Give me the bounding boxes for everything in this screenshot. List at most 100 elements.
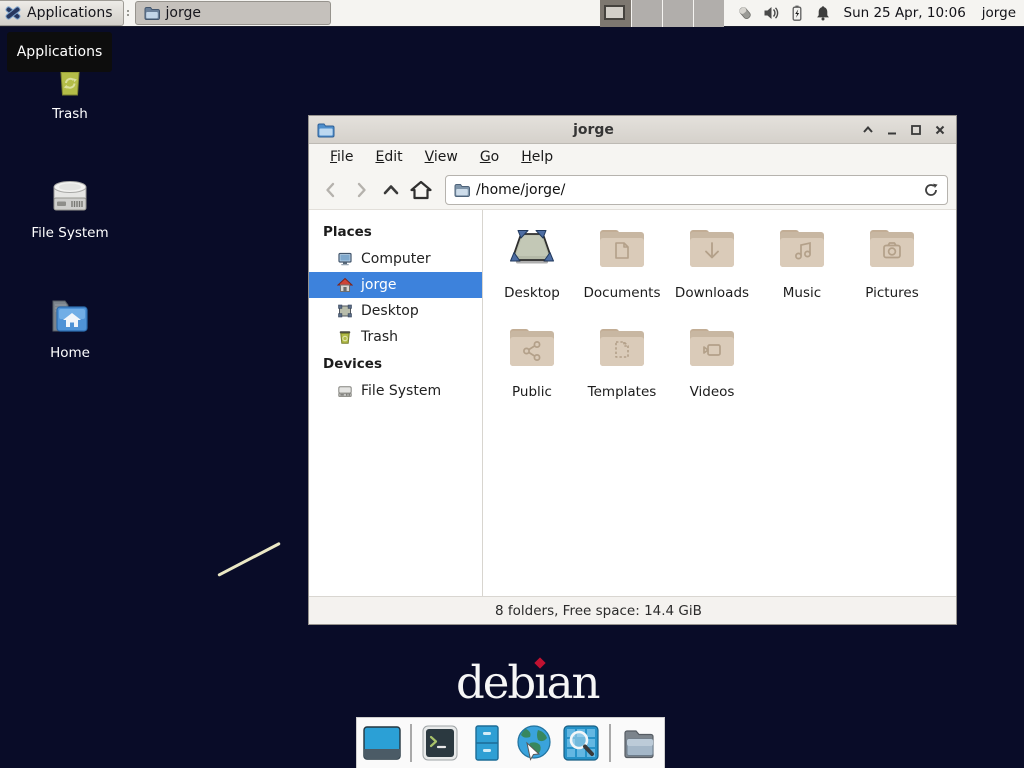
taskbar-window-label: jorge bbox=[166, 5, 201, 21]
file-item-label: Downloads bbox=[675, 285, 749, 301]
home-button[interactable] bbox=[407, 176, 435, 204]
sidebar-item-label: Desktop bbox=[361, 303, 419, 319]
desktop-icon-label: Home bbox=[50, 345, 90, 361]
applications-tooltip-text: Applications bbox=[17, 44, 103, 60]
workspace-4[interactable] bbox=[693, 0, 724, 27]
file-item-desktop[interactable]: Desktop bbox=[487, 224, 577, 301]
back-button[interactable] bbox=[317, 176, 345, 204]
panel-clock[interactable]: Sun 25 Apr, 10:06 bbox=[844, 5, 966, 21]
sidebar-item-jorge[interactable]: jorge bbox=[309, 272, 482, 298]
forward-button[interactable] bbox=[347, 176, 375, 204]
menu-go[interactable]: Go bbox=[471, 146, 508, 168]
window-main: Places Computer bbox=[309, 210, 956, 596]
filesystem-drive-icon bbox=[46, 171, 94, 219]
debian-logo-i-dot: ı bbox=[534, 656, 546, 709]
trash-icon bbox=[337, 329, 353, 345]
sidebar-item-desktop[interactable]: Desktop bbox=[309, 298, 482, 324]
home-folder-icon bbox=[46, 291, 94, 339]
file-item-label: Pictures bbox=[865, 285, 918, 301]
dock bbox=[356, 717, 665, 768]
window-folder-icon bbox=[317, 122, 335, 138]
xfce-logo-icon bbox=[4, 4, 22, 22]
sidebar-item-label: Computer bbox=[361, 251, 431, 267]
file-item-templates[interactable]: Templates bbox=[577, 323, 667, 400]
file-item-label: Videos bbox=[690, 384, 735, 400]
path-bar[interactable]: /home/jorge/ bbox=[445, 175, 948, 205]
file-item-downloads[interactable]: Downloads bbox=[667, 224, 757, 301]
web-browser-icon[interactable] bbox=[513, 722, 555, 764]
sidebar-item-label: Trash bbox=[361, 329, 398, 345]
system-tray bbox=[736, 0, 832, 26]
window-titlebar[interactable]: jorge bbox=[309, 116, 956, 144]
dock-separator bbox=[410, 724, 412, 762]
folder-pictures-icon bbox=[867, 224, 917, 272]
folder-icon bbox=[144, 6, 160, 20]
folder-documents-icon bbox=[597, 224, 647, 272]
file-item-public[interactable]: Public bbox=[487, 323, 577, 400]
screen: { "top_panel": { "applications_button": … bbox=[0, 0, 1024, 768]
menu-edit[interactable]: Edit bbox=[366, 146, 411, 168]
applications-menu-button[interactable]: Applications bbox=[0, 0, 124, 26]
window-title: jorge bbox=[335, 122, 852, 138]
panel-handle[interactable] bbox=[124, 0, 133, 26]
battery-charging-icon[interactable] bbox=[788, 4, 806, 22]
show-desktop-icon[interactable] bbox=[361, 722, 403, 764]
home-icon bbox=[337, 277, 353, 293]
file-item-documents[interactable]: Documents bbox=[577, 224, 667, 301]
up-button[interactable] bbox=[377, 176, 405, 204]
applications-menu-label: Applications bbox=[27, 5, 113, 21]
sidebar-item-file-system[interactable]: File System bbox=[309, 378, 482, 404]
desktop-line-mark bbox=[217, 542, 280, 577]
desktop-icon-home[interactable]: Home bbox=[22, 291, 118, 361]
file-manager-window: jorge File Edit View Go Help bbox=[308, 115, 957, 625]
desktop-icon-label: File System bbox=[31, 225, 108, 241]
workspace-1[interactable] bbox=[600, 0, 631, 27]
panel-spacer bbox=[331, 0, 600, 26]
folder-templates-icon bbox=[597, 323, 647, 371]
files-area[interactable]: Desktop Documents bbox=[483, 210, 956, 596]
sidebar: Places Computer bbox=[309, 210, 483, 596]
file-item-label: Templates bbox=[588, 384, 657, 400]
folder-downloads-icon bbox=[687, 224, 737, 272]
file-item-music[interactable]: Music bbox=[757, 224, 847, 301]
sidebar-item-computer[interactable]: Computer bbox=[309, 246, 482, 272]
statusbar: 8 folders, Free space: 14.4 GiB bbox=[309, 596, 956, 624]
folder-icon bbox=[454, 183, 470, 197]
file-manager-folder-icon[interactable] bbox=[618, 722, 660, 764]
terminal-icon[interactable] bbox=[419, 722, 461, 764]
shade-button[interactable] bbox=[860, 122, 876, 138]
menu-file[interactable]: File bbox=[321, 146, 362, 168]
desktop-icon-label: Trash bbox=[52, 106, 88, 122]
workspace-2[interactable] bbox=[631, 0, 662, 27]
file-item-videos[interactable]: Videos bbox=[667, 323, 757, 400]
dock-separator bbox=[609, 724, 611, 762]
drive-icon bbox=[337, 383, 353, 399]
app-finder-icon[interactable] bbox=[560, 722, 602, 764]
taskbar-window-button[interactable]: jorge bbox=[135, 1, 331, 25]
volume-icon[interactable] bbox=[762, 4, 780, 22]
sidebar-item-label: jorge bbox=[361, 277, 396, 293]
input-device-icon[interactable] bbox=[736, 4, 754, 22]
sidebar-header-places: Places bbox=[309, 218, 482, 246]
menu-view[interactable]: View bbox=[416, 146, 467, 168]
maximize-button[interactable] bbox=[908, 122, 924, 138]
file-item-pictures[interactable]: Pictures bbox=[847, 224, 937, 301]
menubar: File Edit View Go Help bbox=[309, 144, 956, 170]
statusbar-text: 8 folders, Free space: 14.4 GiB bbox=[495, 603, 702, 619]
minimize-button[interactable] bbox=[884, 122, 900, 138]
notifications-bell-icon[interactable] bbox=[814, 4, 832, 22]
file-item-label: Documents bbox=[584, 285, 661, 301]
path-input[interactable]: /home/jorge/ bbox=[476, 182, 917, 198]
panel-username[interactable]: jorge bbox=[982, 5, 1016, 21]
folder-videos-icon bbox=[687, 323, 737, 371]
desktop-icon-file-system[interactable]: File System bbox=[22, 171, 118, 241]
menu-help[interactable]: Help bbox=[512, 146, 562, 168]
workspace-3[interactable] bbox=[662, 0, 693, 27]
reload-icon[interactable] bbox=[923, 182, 939, 198]
desktop-special-icon bbox=[507, 224, 557, 272]
close-button[interactable] bbox=[932, 122, 948, 138]
file-cabinet-icon[interactable] bbox=[466, 722, 508, 764]
file-item-label: Public bbox=[512, 384, 552, 400]
sidebar-item-trash[interactable]: Trash bbox=[309, 324, 482, 350]
sidebar-item-label: File System bbox=[361, 383, 441, 399]
